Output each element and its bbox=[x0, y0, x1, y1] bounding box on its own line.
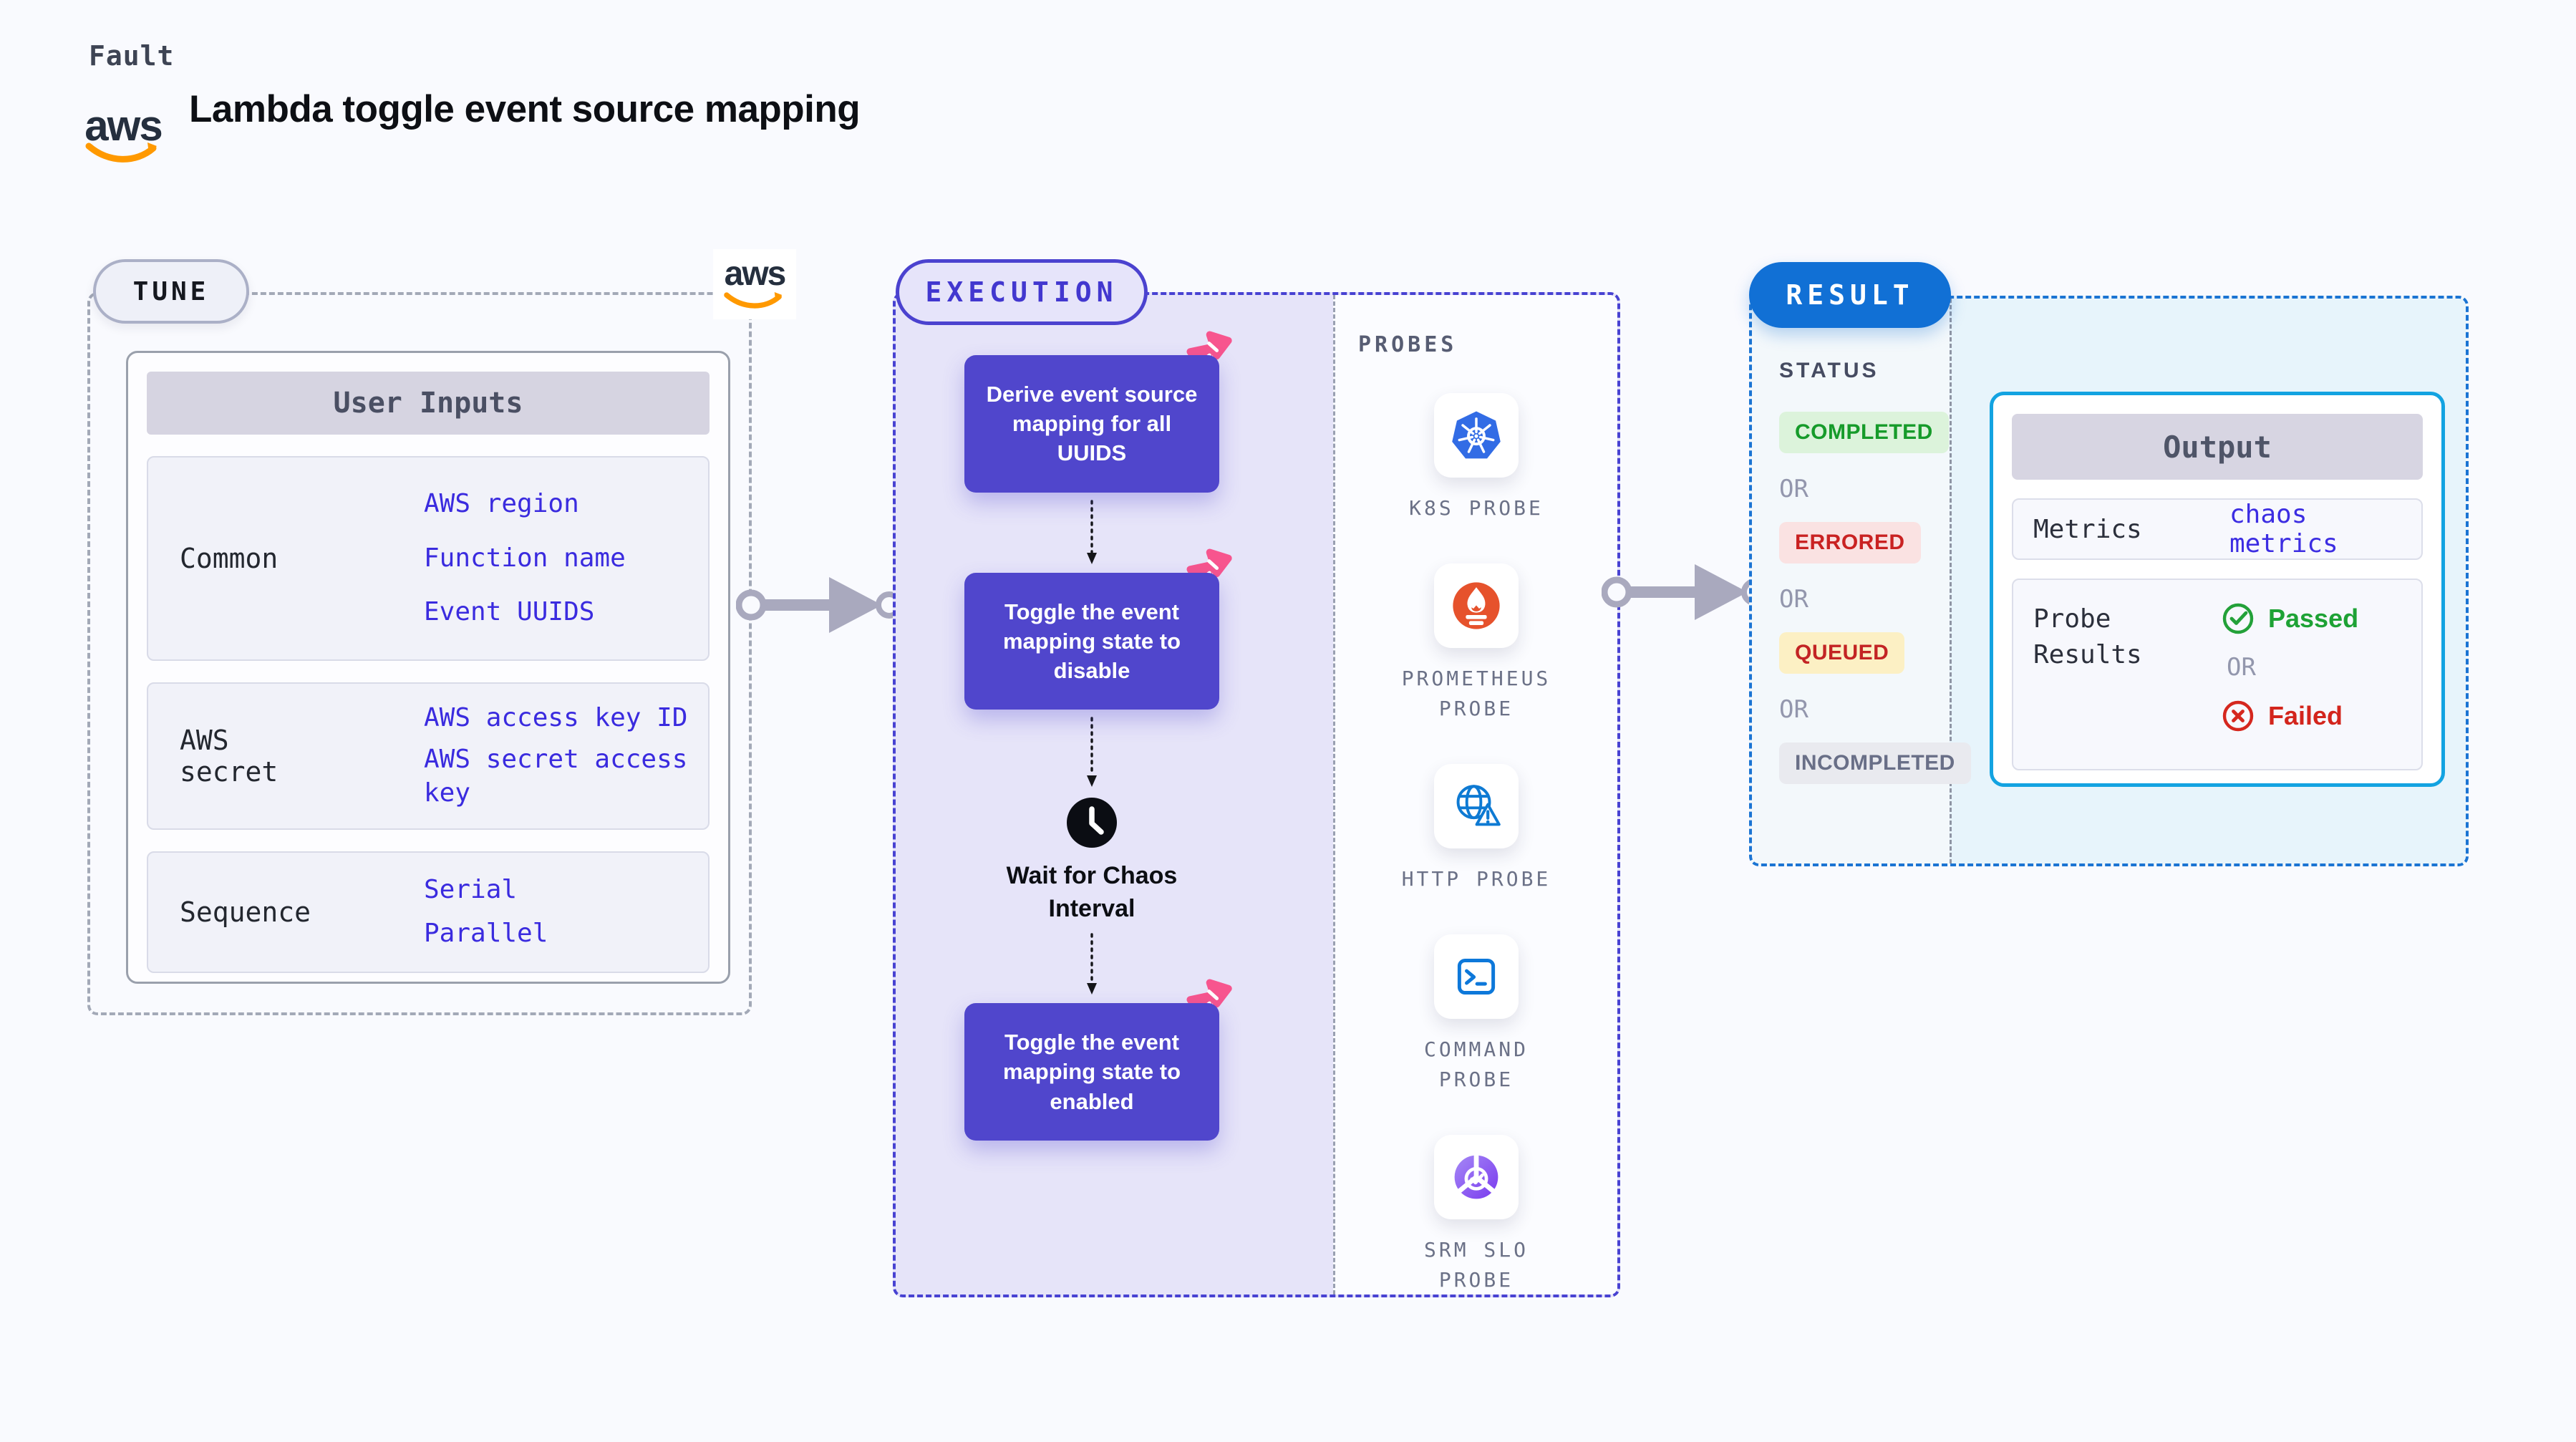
prometheus-icon bbox=[1453, 582, 1500, 629]
probes-label: PROBES bbox=[1358, 332, 1458, 357]
probe-card bbox=[1434, 393, 1519, 478]
table-row-common: Common AWS region Function name Event UU… bbox=[147, 456, 710, 661]
chaos-metrics-link[interactable]: chaos metrics bbox=[2229, 500, 2421, 558]
aws-logo-text: aws bbox=[84, 102, 163, 150]
execution-flow: Derive event source mapping for all UUID… bbox=[964, 292, 1232, 1141]
serial-link[interactable]: Serial bbox=[424, 874, 517, 907]
failed-result: Failed bbox=[2221, 699, 2358, 733]
wait-label: Wait for Chaos Interval bbox=[1006, 862, 1178, 923]
event-uuids-link[interactable]: Event UUIDS bbox=[424, 596, 594, 629]
flow-arrow-icon bbox=[1087, 933, 1097, 995]
probe-results-values: Passed OR Failed bbox=[2221, 580, 2358, 733]
flow-arrow-icon bbox=[1087, 499, 1097, 564]
function-name-link[interactable]: Function name bbox=[424, 542, 626, 576]
probe-label: PROMETHEUS PROBE bbox=[1401, 667, 1551, 720]
probe-label: COMMAND PROBE bbox=[1423, 1037, 1529, 1091]
probe-card bbox=[1434, 1135, 1519, 1219]
wait-step: Wait for Chaos Interval bbox=[995, 795, 1188, 926]
result-section: STATUS COMPLETED OR ERRORED OR QUEUED OR… bbox=[1749, 296, 2469, 866]
or-label: OR bbox=[2227, 653, 2256, 682]
flow-step-label: Toggle the event mapping state to disabl… bbox=[1002, 599, 1181, 684]
status-badge-incompleted: INCOMPLETED bbox=[1779, 742, 1971, 784]
row-links: AWS access key ID AWS secret access key bbox=[316, 684, 708, 828]
probe-item-prometheus: PROMETHEUS PROBE bbox=[1393, 563, 1561, 724]
probe-card bbox=[1433, 764, 1519, 848]
failed-label: Failed bbox=[2268, 701, 2343, 730]
row-links: AWS region Function name Event UUIDS bbox=[316, 458, 708, 659]
or-label: OR bbox=[1779, 475, 1808, 503]
metrics-label: Metrics bbox=[2033, 514, 2142, 544]
slo-donut-check-icon bbox=[1454, 1153, 1498, 1199]
metrics-row: Metrics chaos metrics bbox=[2012, 498, 2423, 560]
status-badge-errored: ERRORED bbox=[1779, 522, 1921, 563]
row-links: Serial Parallel bbox=[316, 853, 708, 972]
probe-card bbox=[1434, 563, 1519, 648]
chaos-step-icon bbox=[1186, 548, 1232, 591]
table-row-sequence: Sequence Serial Parallel bbox=[147, 851, 710, 973]
status-column: STATUS COMPLETED OR ERRORED OR QUEUED OR… bbox=[1752, 299, 1971, 784]
passed-label: Passed bbox=[2268, 604, 2359, 633]
parallel-link[interactable]: Parallel bbox=[424, 917, 548, 951]
result-pill: RESULT bbox=[1749, 262, 1951, 328]
aws-corner-badge: aws bbox=[713, 249, 796, 319]
probe-item-http: HTTP PROBE bbox=[1402, 764, 1551, 894]
probe-card bbox=[1434, 934, 1519, 1019]
tune-pill: TUNE bbox=[93, 259, 249, 324]
flow-step-derive-mapping: Derive event source mapping for all UUID… bbox=[964, 331, 1232, 493]
terminal-icon bbox=[1457, 959, 1496, 995]
status-badge-completed: COMPLETED bbox=[1779, 412, 1949, 453]
execution-pill: EXECUTION bbox=[896, 259, 1148, 325]
section-arrow-icon bbox=[1602, 564, 1766, 620]
passed-result: Passed bbox=[2221, 601, 2358, 636]
section-arrow-icon bbox=[736, 577, 901, 633]
user-inputs-header: User Inputs bbox=[147, 372, 710, 435]
chaos-step-icon bbox=[1186, 979, 1232, 1022]
output-card: Output Metrics chaos metrics Probe Resul… bbox=[1990, 392, 2445, 787]
globe-warning-icon bbox=[1456, 785, 1501, 826]
status-label: STATUS bbox=[1779, 359, 1879, 382]
check-circle-icon bbox=[2222, 603, 2254, 634]
clock-icon bbox=[1067, 798, 1117, 848]
user-inputs-rows: Common AWS region Function name Event UU… bbox=[147, 456, 710, 973]
row-label: Sequence bbox=[180, 896, 311, 928]
chaos-step-icon bbox=[1186, 331, 1232, 374]
x-circle-icon bbox=[2222, 700, 2254, 732]
flow-step-toggle-enable: Toggle the event mapping state to enable… bbox=[964, 979, 1232, 1141]
probe-label: SRM SLO PROBE bbox=[1423, 1238, 1529, 1292]
aws-access-key-id-link[interactable]: AWS access key ID bbox=[424, 702, 687, 735]
aws-secret-access-key-link[interactable]: AWS secret access key bbox=[424, 743, 708, 810]
page-title: Lambda toggle event source mapping bbox=[189, 88, 861, 130]
probe-label: HTTP PROBE bbox=[1401, 867, 1551, 891]
aws-smile-icon bbox=[85, 142, 157, 163]
fault-kicker: Fault bbox=[89, 40, 175, 72]
flow-arrow-icon bbox=[1087, 717, 1097, 788]
probe-results-row: Probe Results Passed OR Failed bbox=[2012, 579, 2423, 770]
aws-logo: aws bbox=[84, 102, 163, 166]
probes-panel: PROBES K8S PROBE PROMETHEUS PROBE HTTP P… bbox=[1333, 295, 1617, 1295]
flow-step-toggle-disable: Toggle the event mapping state to disabl… bbox=[964, 548, 1232, 710]
aws-smile-icon bbox=[724, 291, 783, 309]
row-label: Common bbox=[180, 543, 279, 574]
user-inputs-table: User Inputs Common AWS region Function n… bbox=[126, 351, 730, 984]
aws-logo: aws bbox=[723, 257, 786, 311]
status-badge-queued: QUEUED bbox=[1779, 632, 1905, 674]
kubernetes-icon bbox=[1452, 411, 1501, 459]
fault-diagram: Fault aws Lambda toggle event source map… bbox=[0, 0, 2576, 1442]
flow-step-label: Toggle the event mapping state to enable… bbox=[1002, 1030, 1181, 1114]
or-label: OR bbox=[1779, 585, 1808, 614]
probe-label: K8S PROBE bbox=[1409, 496, 1544, 520]
output-header: Output bbox=[2012, 414, 2423, 480]
probe-item-command: COMMAND PROBE bbox=[1393, 934, 1561, 1095]
probe-item-srm-slo: SRM SLO PROBE bbox=[1393, 1135, 1561, 1295]
probe-results-label: Probe Results bbox=[2033, 604, 2142, 670]
table-row-aws-secret: AWS secret AWS access key ID AWS secret … bbox=[147, 682, 710, 830]
probe-item-k8s: K8S PROBE bbox=[1409, 393, 1544, 523]
row-label: AWS secret bbox=[180, 725, 279, 788]
flow-step-label: Derive event source mapping for all UUID… bbox=[986, 382, 1198, 466]
or-label: OR bbox=[1779, 695, 1808, 724]
aws-region-link[interactable]: AWS region bbox=[424, 488, 579, 521]
